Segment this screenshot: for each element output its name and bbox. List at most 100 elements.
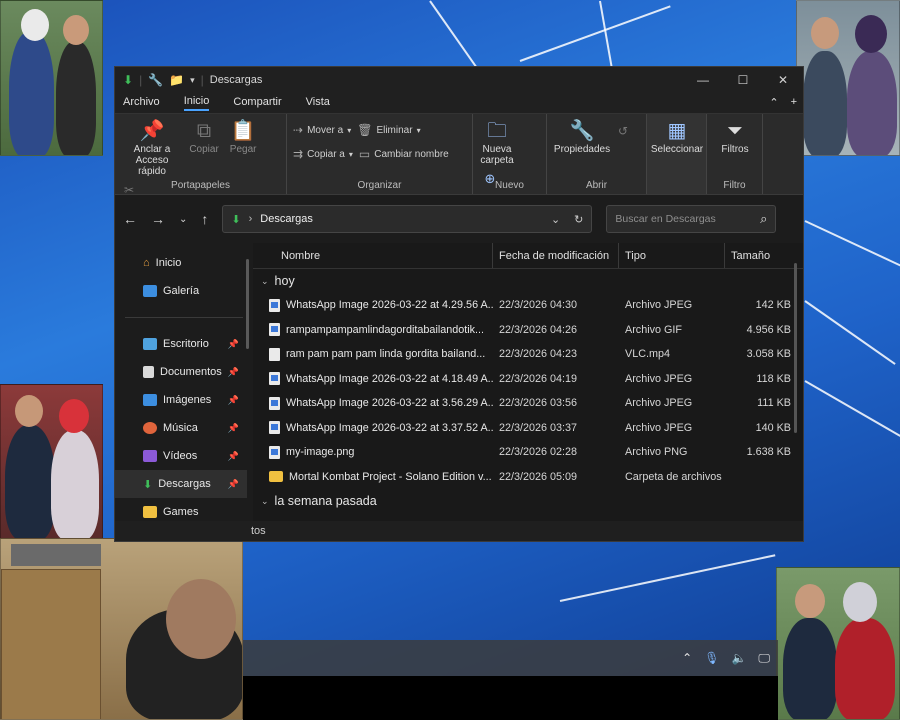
table-row[interactable]: WhatsApp Image 2026-03-22 at 4.18.49 A..… <box>253 367 803 392</box>
paste-button[interactable]: 📋 Pegar <box>225 118 261 155</box>
microphone-icon[interactable]: 🎙 <box>704 651 719 665</box>
sidebar-item-galeria[interactable]: Galería <box>115 277 253 305</box>
figure-head <box>21 9 49 41</box>
minimize-button[interactable]: — <box>683 73 723 87</box>
cell-name: WhatsApp Image 2026-03-22 at 3.37.52 A..… <box>253 421 493 435</box>
properties-button[interactable]: 🔧 Propiedades <box>553 118 611 155</box>
table-row[interactable]: WhatsApp Image 2026-03-22 at 3.56.29 A..… <box>253 391 803 416</box>
figure-head <box>15 395 43 427</box>
forward-arrow-icon[interactable]: → <box>151 211 165 227</box>
chevron-down-icon: ▾ <box>416 125 421 135</box>
sidebar-item-escritorio[interactable]: Escritorio 📌 <box>115 330 253 358</box>
table-row[interactable]: rampampampamlindagorditabailandotik... 22… <box>253 318 803 343</box>
copy-button[interactable]: ⧉ Copiar <box>186 118 222 155</box>
sidebar-scrollbar[interactable] <box>246 259 249 349</box>
file-explorer-window: ⬇ | 🔧 📁 ▾ | Descargas — ☐ ✕ Archivo Inic… <box>114 66 804 542</box>
address-bar[interactable]: ⬇ › Descargas ⌄ ↻ <box>222 205 593 233</box>
address-path: Descargas <box>260 213 313 225</box>
column-header-date[interactable]: Fecha de modificación <box>493 243 619 268</box>
pictures-icon <box>143 394 157 406</box>
table-row[interactable]: WhatsApp Image 2026-03-22 at 4.29.56 A..… <box>253 293 803 318</box>
vertical-scrollbar[interactable] <box>794 263 797 433</box>
image-file-icon <box>269 445 280 459</box>
table-row[interactable]: WhatsApp Image 2026-03-22 at 3.37.52 A..… <box>253 416 803 441</box>
tab-vista[interactable]: Vista <box>306 96 330 110</box>
group-header-last-week[interactable]: ⌄ la semana pasada <box>253 489 803 513</box>
search-box[interactable]: Buscar en Descargas ⌕ <box>606 205 777 233</box>
chevron-down-icon[interactable]: ▾ <box>190 75 195 86</box>
sidebar-item-inicio[interactable]: ⌂ Inicio <box>115 249 253 277</box>
file-rows: WhatsApp Image 2026-03-22 at 4.29.56 A..… <box>253 293 803 489</box>
delete-button[interactable]: 🗑 Eliminar ▾ <box>357 118 420 142</box>
pin-quick-access-button[interactable]: 📌 Anclar a Acceso rápido <box>121 118 183 177</box>
refresh-icon[interactable]: ↻ <box>574 213 583 226</box>
ribbon-tabs: Archivo Inicio Compartir Vista ⌃ + <box>115 93 803 113</box>
column-header-size[interactable]: Tamaño <box>725 243 797 268</box>
tab-compartir[interactable]: Compartir <box>233 96 281 110</box>
folder-icon <box>143 506 157 518</box>
figure <box>783 618 837 719</box>
group-header-today[interactable]: ⌄ hoy <box>253 269 803 293</box>
cell-type: Archivo PNG <box>625 446 688 459</box>
file-icon <box>269 347 280 361</box>
sidebar-item-documentos[interactable]: Documentos 📌 <box>115 358 253 386</box>
filters-button[interactable]: ⏷ Filtros <box>713 118 757 155</box>
cell-type: Archivo JPEG <box>625 299 693 312</box>
wallpaper-crack <box>804 380 900 437</box>
new-folder-icon[interactable]: 📁 <box>169 73 184 87</box>
properties-icon[interactable]: 🔧 <box>148 73 163 87</box>
tab-archivo[interactable]: Archivo <box>123 96 160 110</box>
figure <box>5 425 55 538</box>
copy-to-button[interactable]: ⇉ Copiar a ▾ <box>293 142 353 166</box>
trash-icon: 🗑 <box>357 123 373 137</box>
up-arrow-icon[interactable]: ↑ <box>201 211 208 227</box>
sidebar-item-musica[interactable]: Música 📌 <box>115 414 253 442</box>
cell-size: 1.638 KB <box>746 446 791 459</box>
add-icon[interactable]: + <box>791 96 797 111</box>
download-icon[interactable]: ⬇ <box>123 73 133 87</box>
open-options-button[interactable]: ↺ <box>614 118 632 144</box>
videos-icon <box>143 450 157 462</box>
file-name: Mortal Kombat Project - Solano Edition v… <box>289 470 492 483</box>
tab-inicio[interactable]: Inicio <box>183 95 210 111</box>
cell-type: Archivo JPEG <box>625 421 693 434</box>
group-organizar: ⇢ Mover a ▾ 🗑 Eliminar ▾ ⇉ Copiar a ▾ ▭ <box>287 114 473 194</box>
back-arrow-icon[interactable]: ← <box>123 211 137 227</box>
maximize-button[interactable]: ☐ <box>723 73 763 87</box>
chevron-up-icon[interactable]: ⌃ <box>682 651 692 665</box>
window-title: Descargas <box>209 74 263 86</box>
column-header-name[interactable]: Nombre <box>253 243 493 268</box>
wrench-icon: 🔧 <box>569 120 595 142</box>
collapse-ribbon-icon[interactable]: ⌃ <box>769 96 778 111</box>
speaker-icon[interactable]: 🔈 <box>731 651 746 665</box>
new-folder-button[interactable]: 🗀 Nueva carpeta <box>479 118 515 166</box>
sidebar-item-videos[interactable]: Vídeos 📌 <box>115 442 253 470</box>
sidebar-item-descargas[interactable]: ⬇ Descargas 📌 <box>115 470 247 498</box>
move-to-button[interactable]: ⇢ Mover a ▾ <box>293 118 351 142</box>
select-button[interactable]: ▦ Seleccionar <box>651 118 703 155</box>
table-row[interactable]: Mortal Kombat Project - Solano Edition v… <box>253 465 803 490</box>
column-headers: Nombre Fecha de modificación Tipo Tamaño <box>253 243 803 269</box>
table-row[interactable]: ram pam pam pam linda gordita bailand...… <box>253 342 803 367</box>
cell-type: Archivo GIF <box>625 323 682 336</box>
recent-chevron-icon[interactable]: ⌄ <box>179 214 187 225</box>
cell-type: Archivo JPEG <box>625 397 693 410</box>
column-header-type[interactable]: Tipo <box>619 243 725 268</box>
figure <box>9 31 54 155</box>
group-label: Portapapeles <box>171 180 230 191</box>
image-file-icon <box>269 396 280 410</box>
sidebar-item-imagenes[interactable]: Imágenes 📌 <box>115 386 253 414</box>
wallpaper-crack <box>519 5 671 62</box>
address-actions: ⌄ ↻ <box>551 213 583 226</box>
monitor-icon[interactable]: 🖵 <box>758 651 770 666</box>
group-label: Abrir <box>585 180 608 191</box>
chevron-down-icon[interactable]: ⌄ <box>551 213 560 226</box>
column-header-label: Nombre <box>281 249 321 262</box>
chevron-down-icon: ⌄ <box>261 275 269 286</box>
rename-button[interactable]: ▭ Cambiar nombre <box>359 142 449 166</box>
search-icon: ⌕ <box>760 211 768 226</box>
figure-head <box>855 15 887 53</box>
pin-icon: 📌 <box>227 450 239 461</box>
table-row[interactable]: my-image.png 22/3/2026 02:28 Archivo PNG 1.… <box>253 440 803 465</box>
close-button[interactable]: ✕ <box>763 73 803 87</box>
